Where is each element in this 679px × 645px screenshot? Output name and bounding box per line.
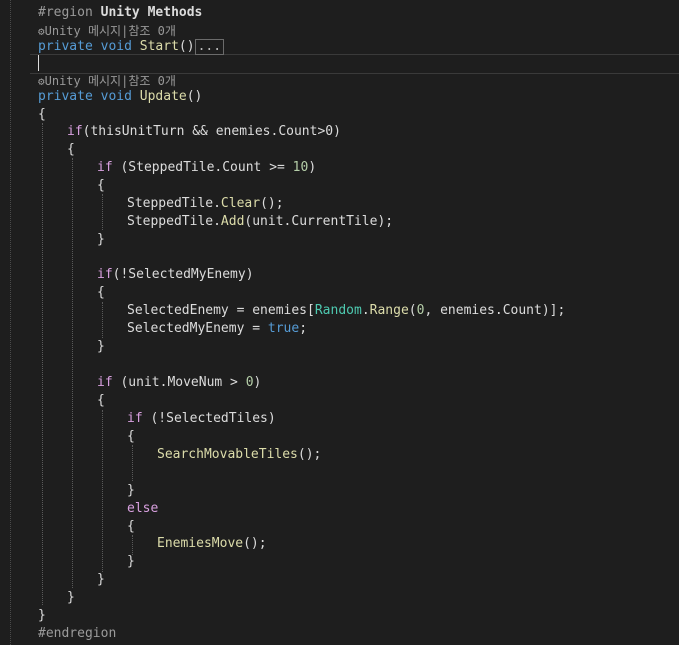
brace-line: { [127,519,135,534]
indent-guide [102,194,103,230]
start-method-line: private void Start()... [38,38,225,56]
current-line-highlight [30,54,679,74]
outline-gutter [10,0,11,645]
if-turn-line: if(thisUnitTurn && enemies.Count>0) [67,124,341,139]
enemies-move-line: EnemiesMove(); [157,536,267,551]
brace-line: { [97,285,105,300]
brace-line: } [97,232,105,247]
text-cursor [38,55,39,71]
update-method-line: private void Update() [38,89,203,104]
endregion-line: #endregion [38,626,117,641]
brace-line: } [97,339,105,354]
indent-guide [132,535,133,555]
brace-line: { [97,393,105,408]
if-move-line: if (unit.MoveNum > 0) [97,375,262,390]
search-line: SearchMovableTiles(); [157,447,322,462]
code-editor[interactable]: #region Unity Methods ⚙Unity 메시지|참조 0개 p… [0,0,679,645]
indent-guide [102,302,103,338]
if-tiles-line: if (!SelectedTiles) [127,411,276,426]
indent-guide [42,123,43,605]
unity-gear-icon: ⚙ [38,75,45,88]
else-line: else [127,501,159,516]
brace-line: } [67,590,75,605]
brace-line: { [127,429,135,444]
brace-line: } [127,554,135,569]
clear-line: SteppedTile.Clear(); [127,196,284,211]
selected-my-enemy-line: SelectedMyEnemy = true; [127,321,308,336]
if-stepped-line: if (SteppedTile.Count >= 10) [97,160,317,175]
collapsed-code-button[interactable]: ... [194,38,225,55]
if-selected-line: if(!SelectedMyEnemy) [97,267,254,282]
add-line: SteppedTile.Add(unit.CurrentTile); [127,214,394,229]
indent-guide [102,410,103,572]
brace-line: { [38,107,46,122]
indent-guide [72,158,73,588]
unity-gear-icon: ⚙ [38,25,45,38]
indent-guide [132,445,133,481]
region-line: #region Unity Methods [38,5,203,20]
brace-line: } [97,572,105,587]
brace-line: { [97,178,105,193]
brace-line: } [38,608,46,623]
brace-line: { [67,142,75,157]
brace-line: } [127,483,135,498]
selected-enemy-line: SelectedEnemy = enemies[Random.Range(0, … [127,303,566,318]
